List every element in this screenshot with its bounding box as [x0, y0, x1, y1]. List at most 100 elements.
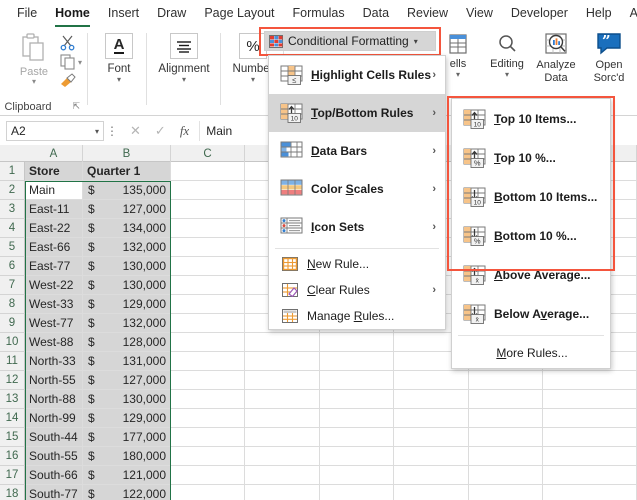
cell-B1[interactable]: Quarter 1	[83, 162, 171, 181]
column-header-B[interactable]: B	[83, 145, 171, 162]
confirm-icon[interactable]: ✓	[155, 123, 166, 139]
menu-item-icon-sets[interactable]: Icon Sets ›	[269, 208, 445, 246]
submenu-item-top-10-percent[interactable]: % Top 10 %...	[452, 138, 610, 177]
submenu-item-bottom-10-items[interactable]: 10 Bottom 10 Items...	[452, 177, 610, 216]
cell-H15[interactable]	[543, 428, 637, 447]
clipboard-dialog-launcher-icon[interactable]: ⇱	[72, 101, 80, 112]
cell-B4[interactable]: $134,000	[83, 219, 171, 238]
cell-E12[interactable]	[320, 371, 394, 390]
cell-B18[interactable]: $122,000	[83, 485, 171, 500]
cell-A9[interactable]: West-77	[25, 314, 83, 333]
ribbon-tab-data[interactable]: Data	[354, 2, 398, 25]
cell-B2[interactable]: $135,000	[83, 181, 171, 200]
cell-C16[interactable]	[171, 447, 245, 466]
cell-C15[interactable]	[171, 428, 245, 447]
submenu-item-above-average[interactable]: x̄ Above Average...	[452, 255, 610, 294]
cell-A15[interactable]: South-44	[25, 428, 83, 447]
cell-A10[interactable]: West-88	[25, 333, 83, 352]
cell-C3[interactable]	[171, 200, 245, 219]
analyze-data-button[interactable]: Analyze Data	[531, 33, 581, 85]
row-header[interactable]: 11	[0, 352, 25, 371]
cell-E16[interactable]	[320, 447, 394, 466]
ribbon-tab-insert[interactable]: Insert	[99, 2, 148, 25]
submenu-item-below-average[interactable]: x̄ Below Average...	[452, 294, 610, 333]
row-header[interactable]: 2	[0, 181, 25, 200]
cell-C8[interactable]	[171, 295, 245, 314]
font-chevron-down-icon[interactable]: ▾	[117, 76, 121, 84]
cell-H18[interactable]	[543, 485, 637, 500]
fx-icon[interactable]: fx	[180, 123, 189, 139]
cancel-icon[interactable]: ✕	[130, 123, 141, 139]
name-box[interactable]: A2 ▾	[6, 121, 104, 141]
cell-C6[interactable]	[171, 257, 245, 276]
cell-B12[interactable]: $127,000	[83, 371, 171, 390]
ribbon-tab-draw[interactable]: Draw	[148, 2, 195, 25]
cell-C11[interactable]	[171, 352, 245, 371]
cell-A11[interactable]: North-33	[25, 352, 83, 371]
submenu-item-more-rules[interactable]: More Rules...	[452, 338, 610, 368]
cell-C7[interactable]	[171, 276, 245, 295]
cell-F18[interactable]	[394, 485, 469, 500]
conditional-formatting-button[interactable]: Conditional Formatting ▾	[264, 31, 436, 51]
cell-A8[interactable]: West-33	[25, 295, 83, 314]
ribbon-tab-analyt[interactable]: Analyt	[621, 2, 637, 25]
row-header[interactable]: 3	[0, 200, 25, 219]
row-header[interactable]: 12	[0, 371, 25, 390]
cell-G16[interactable]	[469, 447, 543, 466]
editing-chevron-down-icon[interactable]: ▾	[505, 71, 509, 79]
cell-E17[interactable]	[320, 466, 394, 485]
cell-B9[interactable]: $132,000	[83, 314, 171, 333]
cell-G14[interactable]	[469, 409, 543, 428]
alignment-chevron-down-icon[interactable]: ▾	[182, 76, 186, 84]
cell-D17[interactable]	[245, 466, 320, 485]
row-header[interactable]: 16	[0, 447, 25, 466]
row-header[interactable]: 6	[0, 257, 25, 276]
cell-B16[interactable]: $180,000	[83, 447, 171, 466]
cell-E18[interactable]	[320, 485, 394, 500]
cell-C10[interactable]	[171, 333, 245, 352]
ribbon-tab-home[interactable]: Home	[46, 2, 99, 27]
format-painter-button[interactable]	[59, 72, 77, 91]
editing-button[interactable]: Editing ▾	[482, 33, 532, 79]
cell-A1[interactable]: Store	[25, 162, 83, 181]
row-header[interactable]: 7	[0, 276, 25, 295]
number-chevron-down-icon[interactable]: ▾	[251, 76, 255, 84]
cell-C14[interactable]	[171, 409, 245, 428]
cell-B10[interactable]: $128,000	[83, 333, 171, 352]
row-header[interactable]: 8	[0, 295, 25, 314]
conditional-formatting-chevron-down-icon[interactable]: ▾	[414, 37, 418, 46]
cell-C12[interactable]	[171, 371, 245, 390]
ribbon-tab-page-layout[interactable]: Page Layout	[195, 2, 283, 25]
cells-chevron-down-icon[interactable]: ▾	[456, 71, 460, 79]
column-header-A[interactable]: A	[25, 145, 83, 162]
row-header[interactable]: 9	[0, 314, 25, 333]
cell-B15[interactable]: $177,000	[83, 428, 171, 447]
cell-A4[interactable]: East-22	[25, 219, 83, 238]
cell-D18[interactable]	[245, 485, 320, 500]
cell-B3[interactable]: $127,000	[83, 200, 171, 219]
cell-G12[interactable]	[469, 371, 543, 390]
cell-H16[interactable]	[543, 447, 637, 466]
cell-A14[interactable]: North-99	[25, 409, 83, 428]
cell-G18[interactable]	[469, 485, 543, 500]
menu-item-new-rule[interactable]: New Rule...	[269, 251, 445, 277]
cell-B7[interactable]: $130,000	[83, 276, 171, 295]
cell-F14[interactable]	[394, 409, 469, 428]
cell-D10[interactable]	[245, 333, 320, 352]
row-header[interactable]: 4	[0, 219, 25, 238]
cell-C1[interactable]	[171, 162, 245, 181]
copy-chevron-down-icon[interactable]: ▾	[78, 59, 82, 67]
cell-C4[interactable]	[171, 219, 245, 238]
cell-D15[interactable]	[245, 428, 320, 447]
cell-C9[interactable]	[171, 314, 245, 333]
cell-F15[interactable]	[394, 428, 469, 447]
cell-H13[interactable]	[543, 390, 637, 409]
menu-item-top-bottom-rules[interactable]: 10 Top/Bottom Rules ›	[269, 94, 445, 132]
cell-C2[interactable]	[171, 181, 245, 200]
cell-F16[interactable]	[394, 447, 469, 466]
cell-C17[interactable]	[171, 466, 245, 485]
cell-A12[interactable]: North-55	[25, 371, 83, 390]
cell-G13[interactable]	[469, 390, 543, 409]
cell-D16[interactable]	[245, 447, 320, 466]
cell-E11[interactable]	[320, 352, 394, 371]
